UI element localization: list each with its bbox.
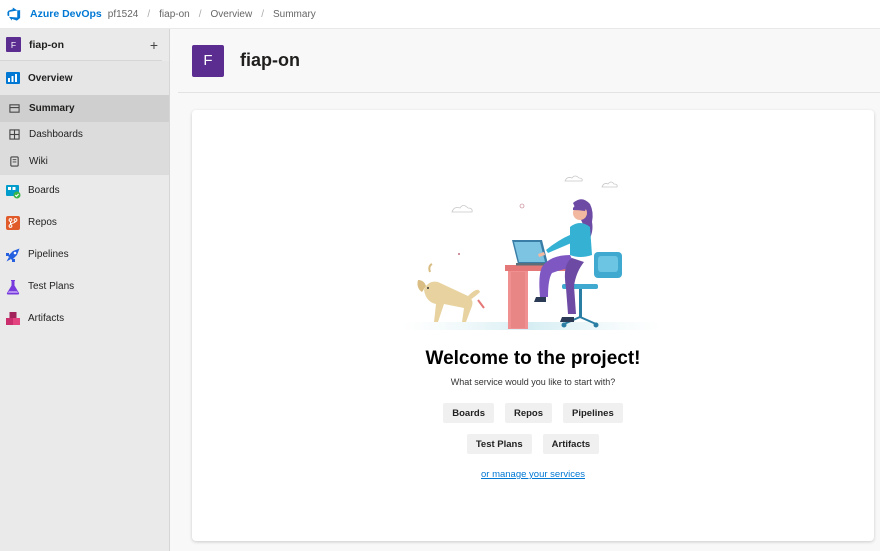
project-avatar-large: F (192, 44, 224, 77)
sidebar-item-test-plans[interactable]: Test Plans (0, 271, 169, 303)
project-name: fiap-on (29, 38, 64, 51)
brand-link[interactable]: Azure DevOps (30, 8, 102, 20)
breadcrumb-overview[interactable]: Overview (211, 9, 253, 20)
sidebar-item-pipelines[interactable]: Pipelines (0, 239, 169, 271)
artifacts-button[interactable]: Artifacts (542, 434, 600, 454)
overview-icon (5, 70, 21, 86)
sidebar-item-label: Repos (28, 217, 57, 228)
project-avatar: F (6, 37, 21, 52)
overview-subitems: Summary Dashboards Wiki (0, 95, 169, 175)
page-title: fiap-on (240, 50, 300, 70)
breadcrumb-project[interactable]: fiap-on (159, 9, 190, 20)
breadcrumb-organization[interactable]: pf1524 (108, 9, 139, 20)
welcome-title: Welcome to the project! (425, 348, 641, 369)
test-plans-icon (5, 279, 21, 295)
sidebar-item-repos[interactable]: Repos (0, 207, 169, 239)
repos-button[interactable]: Repos (504, 403, 553, 423)
manage-services: or manage your services (192, 469, 874, 480)
azure-devops-logo-icon[interactable] (6, 6, 22, 22)
artifacts-icon (5, 311, 21, 327)
sidebar-item-label: Dashboards (29, 129, 83, 141)
welcome-illustration (402, 175, 662, 330)
sidebar-item-boards[interactable]: Boards (0, 175, 169, 207)
repos-icon (5, 215, 21, 231)
sidebar-item-label: Test Plans (28, 281, 75, 292)
sidebar-item-label: Summary (29, 102, 75, 114)
sidebar-item-artifacts[interactable]: Artifacts (0, 303, 169, 335)
sidebar-item-label: Pipelines (28, 249, 69, 260)
sidebar-item-label: Overview (28, 72, 73, 84)
wiki-icon (8, 155, 20, 167)
test-plans-button[interactable]: Test Plans (466, 434, 532, 454)
boards-button[interactable]: Boards (443, 403, 494, 423)
service-buttons-row-1: Boards Repos Pipelines (192, 403, 874, 423)
dashboards-icon (8, 129, 20, 141)
project-header: F fiap-on (178, 29, 880, 93)
breadcrumb-separator: / (198, 8, 202, 20)
sidebar-item-label: Artifacts (28, 313, 65, 324)
service-buttons-row-2: Test Plans Artifacts (192, 434, 874, 454)
summary-icon (8, 102, 20, 114)
manage-services-link[interactable]: or manage your services (481, 469, 585, 480)
welcome-subtitle: What service would you like to start wit… (450, 377, 616, 387)
sidebar-item-label: Wiki (29, 155, 48, 167)
sidebar-item-dashboards[interactable]: Dashboards (0, 122, 169, 149)
breadcrumb-separator: / (261, 8, 264, 20)
welcome-card: Welcome to the project! What service wou… (192, 110, 874, 541)
sidebar: F fiap-on + Overview Summary Dashboards … (0, 29, 170, 551)
top-bar: Azure DevOps pf1524 / fiap-on / Overview… (0, 0, 880, 29)
breadcrumb-separator: / (147, 8, 151, 20)
sidebar-item-overview[interactable]: Overview (0, 61, 169, 95)
boards-icon (5, 183, 21, 199)
sidebar-item-label: Boards (28, 185, 60, 196)
add-icon[interactable]: + (150, 38, 158, 52)
sidebar-item-summary[interactable]: Summary (0, 95, 169, 122)
breadcrumb-summary[interactable]: Summary (273, 9, 316, 20)
pipelines-icon (5, 247, 21, 263)
sidebar-item-wiki[interactable]: Wiki (0, 148, 169, 175)
project-selector[interactable]: F fiap-on + (0, 29, 162, 61)
pipelines-button[interactable]: Pipelines (563, 403, 623, 423)
